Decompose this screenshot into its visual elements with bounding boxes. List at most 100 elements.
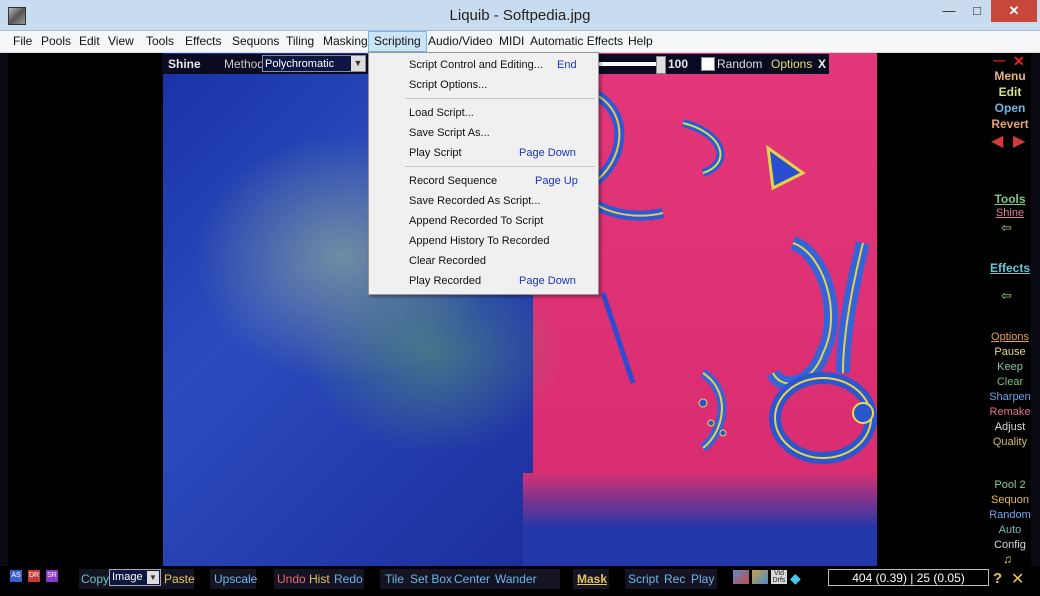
random-label: Random <box>717 57 763 71</box>
menu-view[interactable]: View <box>103 31 139 52</box>
mask-button[interactable]: Mask <box>577 572 607 586</box>
play-button[interactable]: Play <box>691 572 714 586</box>
menu-item-label: Script Control and Editing... <box>409 59 543 71</box>
chevron-down-icon[interactable]: ▼ <box>147 571 159 584</box>
menu-item-label: Append Recorded To Script <box>409 215 544 227</box>
menu-item-shortcut: Page Down <box>519 275 576 287</box>
sr-icon[interactable]: SR <box>46 570 58 582</box>
effects-button[interactable]: Effects <box>989 261 1031 275</box>
menu-item-label: Play Script <box>409 147 462 159</box>
close-panel-icon[interactable]: ✕ <box>1013 53 1025 70</box>
title-bar: Liquib - Softpedia.jpg — □ ✕ <box>0 0 1040 31</box>
slider-track[interactable] <box>597 62 662 66</box>
menu-item-label: Save Recorded As Script... <box>409 195 541 207</box>
tools-button[interactable]: Tools <box>989 192 1031 206</box>
menu-item-script-control[interactable]: Script Control and Editing... End <box>369 55 598 75</box>
help-button[interactable]: ? <box>993 570 1002 587</box>
image-select-value: Image <box>112 571 143 583</box>
keep-button[interactable]: Keep <box>989 361 1031 373</box>
arrow-right-icon[interactable]: ▶ <box>1013 131 1025 151</box>
rec-button[interactable]: Rec <box>664 572 685 586</box>
revert-button[interactable]: Revert <box>989 117 1031 131</box>
tools-cross-icon[interactable]: ✕ <box>1011 569 1024 589</box>
menu-effects[interactable]: Effects <box>180 31 226 52</box>
edit-button[interactable]: Edit <box>989 85 1031 99</box>
menu-item-save-script[interactable]: Save Script As... <box>369 123 598 143</box>
redo-button[interactable]: Redo <box>334 572 363 586</box>
adjust-button[interactable]: Adjust <box>989 421 1031 433</box>
sharpen-button[interactable]: Sharpen <box>989 391 1031 403</box>
menu-item-play-script[interactable]: Play Script Page Down <box>369 143 598 163</box>
menu-item-label: Clear Recorded <box>409 255 487 267</box>
menu-item-label: Load Script... <box>409 107 474 119</box>
dr-icon[interactable]: DR <box>28 570 40 582</box>
image-icon[interactable] <box>733 570 749 584</box>
quality-button[interactable]: Quality <box>989 436 1031 448</box>
menu-tiling[interactable]: Tiling <box>281 31 319 52</box>
options-button[interactable]: Options <box>771 57 812 71</box>
undo-button[interactable]: Undo <box>277 572 306 586</box>
menu-item-append-recorded[interactable]: Append Recorded To Script <box>369 211 598 231</box>
close-toolbar-button[interactable]: X <box>818 57 826 71</box>
chevron-down-icon[interactable]: ▼ <box>351 56 365 71</box>
method-select[interactable]: Polychromatic ▼ <box>262 55 366 72</box>
menu-scripting[interactable]: Scripting <box>368 31 427 52</box>
menu-pools[interactable]: Pools <box>36 31 76 52</box>
slider-thumb[interactable] <box>656 56 666 74</box>
menu-tools[interactable]: Tools <box>141 31 179 52</box>
back-arrow-icon[interactable]: ⇦ <box>1001 220 1012 236</box>
menu-item-append-history[interactable]: Append History To Recorded <box>369 231 598 251</box>
remake-button[interactable]: Remake <box>989 406 1031 418</box>
center-button[interactable]: Center <box>454 572 490 586</box>
menu-item-clear-recorded[interactable]: Clear Recorded <box>369 251 598 271</box>
random-button[interactable]: Random <box>989 509 1031 521</box>
menu-edit[interactable]: Edit <box>74 31 105 52</box>
auto-button[interactable]: Auto <box>989 524 1031 536</box>
set-box-button[interactable]: Set Box <box>410 572 452 586</box>
open-button[interactable]: Open <box>989 101 1031 115</box>
minimize-button[interactable]: — <box>935 0 963 22</box>
back-arrow-icon[interactable]: ⇦ <box>1001 288 1012 304</box>
menu-file[interactable]: File <box>8 31 37 52</box>
menu-item-load-script[interactable]: Load Script... <box>369 103 598 123</box>
pool-button[interactable]: Pool 2 <box>989 479 1031 491</box>
picture-icon[interactable] <box>752 570 768 584</box>
close-button[interactable]: ✕ <box>991 0 1037 22</box>
hist-button[interactable]: Hist <box>309 572 330 586</box>
shine-tool-button[interactable]: Shine <box>989 207 1031 219</box>
music-note-icon[interactable]: ♫ <box>1003 552 1012 566</box>
wander-button[interactable]: Wander <box>495 572 537 586</box>
video-drafts-icon[interactable]: Vid Drfs <box>771 570 787 584</box>
arrow-left-icon[interactable]: ◀ <box>991 131 1003 151</box>
menu-item-script-options[interactable]: Script Options... <box>369 75 598 95</box>
pause-button[interactable]: Pause <box>989 346 1031 358</box>
menu-item-play-recorded[interactable]: Play Recorded Page Down <box>369 271 598 291</box>
menu-item-label: Save Script As... <box>409 127 490 139</box>
slider-value: 100 <box>668 57 689 71</box>
window-title: Liquib - Softpedia.jpg <box>449 7 591 24</box>
script-button[interactable]: Script <box>628 572 659 586</box>
as-icon[interactable]: AS <box>10 570 22 582</box>
sequon-button[interactable]: Sequon <box>989 494 1031 506</box>
shine-label: Shine <box>168 57 201 71</box>
menu-item-record-sequence[interactable]: Record Sequence Page Up <box>369 171 598 191</box>
clear-button[interactable]: Clear <box>989 376 1031 388</box>
maximize-button[interactable]: □ <box>963 0 991 22</box>
diamond-icon[interactable]: ◆ <box>790 570 801 587</box>
menu-sequons[interactable]: Sequons <box>227 31 284 52</box>
menu-masking[interactable]: Masking <box>318 31 373 52</box>
copy-button[interactable]: Copy <box>81 572 109 586</box>
menu-help[interactable]: Help <box>623 31 658 52</box>
config-button[interactable]: Config <box>989 539 1031 551</box>
menu-audio-video[interactable]: Audio/Video <box>423 31 498 52</box>
menu-button[interactable]: Menu <box>989 69 1031 83</box>
image-select[interactable]: Image ▼ <box>109 569 161 586</box>
menu-automatic-effects[interactable]: Automatic Effects <box>525 31 628 52</box>
menu-item-save-recorded[interactable]: Save Recorded As Script... <box>369 191 598 211</box>
paste-button[interactable]: Paste <box>164 572 195 586</box>
minimize-panel-icon[interactable]: — <box>993 54 1005 66</box>
tile-button[interactable]: Tile <box>385 572 404 586</box>
upscale-button[interactable]: Upscale <box>214 572 257 586</box>
random-checkbox[interactable] <box>701 57 715 71</box>
options-panel-button[interactable]: Options <box>989 331 1031 343</box>
